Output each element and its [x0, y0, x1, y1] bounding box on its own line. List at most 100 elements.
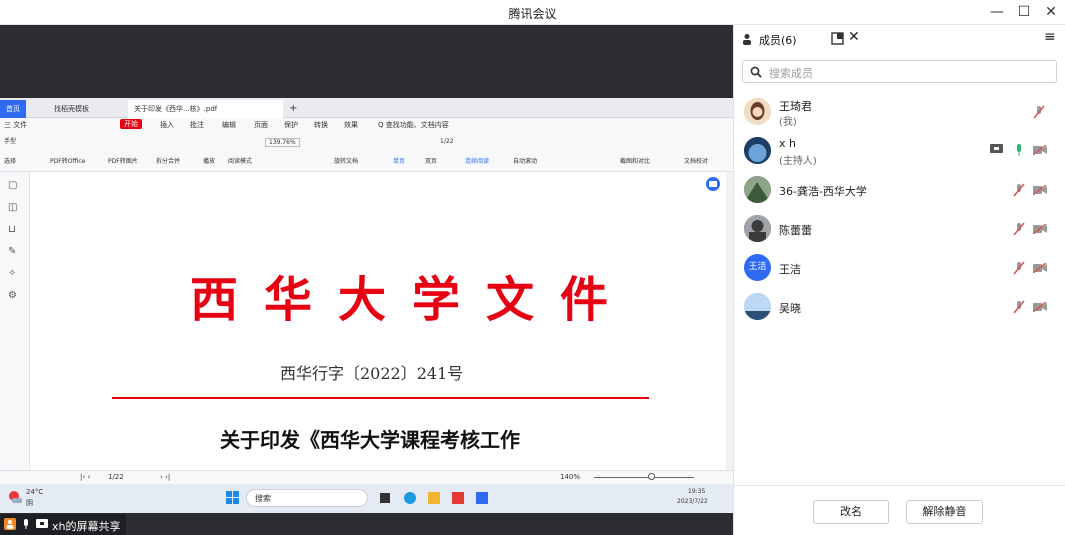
avatar: 王洁 — [744, 254, 771, 281]
avatar — [744, 215, 771, 242]
member-row[interactable]: 王琦君 (我) — [734, 93, 1065, 132]
wps-tab-document[interactable]: 关于印发《西华...核》.pdf — [128, 100, 283, 118]
screen-share-icon[interactable] — [990, 144, 1003, 155]
member-row[interactable]: 吴晓 — [734, 288, 1065, 327]
tool-pdf-office[interactable]: PDF转Office — [50, 156, 85, 165]
member-row[interactable]: x h (主持人) — [734, 132, 1065, 171]
camera-off-icon[interactable] — [1033, 263, 1047, 273]
screen-share-label: xh的屏幕共享 — [52, 520, 121, 533]
zoom-slider-thumb[interactable] — [648, 473, 655, 480]
rename-button[interactable]: 改名 — [813, 500, 889, 524]
taskbar-search[interactable]: 搜索 — [246, 489, 368, 507]
tool-double-page[interactable]: 双页 — [425, 156, 437, 165]
member-row[interactable]: 36-龚浩-西华大学 — [734, 171, 1065, 210]
status-zoom[interactable]: 140% — [560, 473, 580, 481]
outline-icon[interactable]: ⊔ — [8, 224, 16, 235]
explorer-icon[interactable] — [428, 492, 440, 504]
tool-hand[interactable]: 手型 — [4, 136, 16, 145]
mic-muted-icon[interactable] — [1013, 300, 1025, 314]
menu-comment[interactable]: 批注 — [190, 120, 204, 130]
maximize-icon[interactable]: ☐ — [1013, 2, 1035, 22]
window-title: 腾讯会议 — [508, 7, 557, 21]
mic-on-icon[interactable] — [1013, 143, 1025, 157]
page-indicator[interactable]: 1/22 — [440, 138, 453, 145]
tool-rotate[interactable]: 旋转文档 — [334, 156, 358, 165]
mic-muted-icon[interactable] — [1013, 222, 1025, 236]
camera-off-icon[interactable] — [1033, 224, 1047, 234]
panel-menu-icon[interactable]: ≡ — [1044, 29, 1056, 45]
wps-tab-home[interactable]: 首页 — [0, 100, 26, 118]
doc-scrollbar[interactable] — [726, 172, 733, 470]
wps-menu-bar: 三 文件 开始 插入 批注 编辑 页面 保护 转换 效果 Q 查找功能、文档内容 — [0, 118, 733, 132]
doc-number: 西华行字〔2022〕241号 — [280, 364, 464, 383]
os-taskbar: 24°C 阴 搜索 19:35 2023/7/22 — [0, 484, 733, 513]
wps-tab-templates[interactable]: 找稻壳模板 — [48, 100, 95, 118]
thumbnail-icon[interactable]: ◫ — [8, 202, 17, 213]
float-tool-icon[interactable] — [705, 176, 721, 192]
zoom-slider[interactable] — [594, 477, 694, 478]
search-placeholder: 搜索成员 — [769, 67, 813, 80]
members-icon — [743, 34, 751, 45]
member-row[interactable]: 王洁 王洁 — [734, 249, 1065, 288]
wps-tab-new[interactable]: + — [283, 100, 303, 118]
attachment-icon[interactable]: ✧ — [8, 268, 16, 279]
tool-select[interactable]: 选择 — [4, 156, 16, 165]
menu-start[interactable]: 开始 — [120, 119, 142, 129]
members-panel-footer: 改名 解除静音 — [734, 485, 1065, 535]
minimize-icon[interactable]: — — [986, 2, 1008, 22]
status-next-icon[interactable]: › ›| — [160, 473, 170, 481]
tool-split-merge[interactable]: 拆分合并 — [156, 156, 180, 165]
wps-icon[interactable] — [452, 492, 464, 504]
member-row[interactable]: 陈蕾蕾 — [734, 210, 1065, 249]
unmute-all-button[interactable]: 解除静音 — [906, 500, 983, 524]
wps-tab-bar: 首页 找稻壳模板 关于印发《西华...核》.pdf + — [0, 98, 733, 118]
tool-proofread[interactable]: 文档校对 — [684, 156, 708, 165]
member-name: 吴晓 — [779, 302, 801, 315]
menu-protect[interactable]: 保护 — [284, 120, 298, 130]
tool-screenshot[interactable]: 截图和对比 — [620, 156, 650, 165]
member-name: 王洁 — [779, 263, 801, 276]
status-page[interactable]: 1/22 — [108, 473, 124, 481]
edge-icon[interactable] — [404, 492, 416, 504]
tool-play[interactable]: 播放 — [203, 156, 215, 165]
members-panel: 成员(6) ✕ ≡ 搜索成员 王琦君 (我) x h (主持人) 36-龚浩-西… — [733, 25, 1065, 535]
tool-read-mode[interactable]: 阅读模式 — [228, 156, 252, 165]
close-icon[interactable]: ✕ — [1040, 2, 1062, 22]
taskview-icon[interactable] — [380, 493, 390, 503]
bookmark-icon[interactable]: ▢ — [8, 180, 17, 191]
weather-icon[interactable] — [8, 490, 22, 504]
wps-toolbar: 手型 选择 PDF转Office PDF转图片 拆分合并 播放 阅读模式 139… — [0, 132, 733, 172]
meeting-app-icon[interactable] — [476, 492, 488, 504]
menu-page[interactable]: 页面 — [254, 120, 268, 130]
tool-autoscroll[interactable]: 自动滚动 — [513, 156, 537, 165]
doc-title: 西华大学文件 — [190, 272, 635, 328]
status-prev-icon[interactable]: |‹ ‹ — [80, 473, 90, 481]
annotation-icon[interactable]: ✎ — [8, 246, 16, 257]
menu-file[interactable]: 三 文件 — [4, 120, 27, 130]
panel-close-icon[interactable]: ✕ — [848, 29, 860, 45]
tool-pdf-image[interactable]: PDF转图片 — [108, 156, 138, 165]
member-search-input[interactable]: 搜索成员 — [742, 60, 1057, 83]
camera-off-icon[interactable] — [1033, 145, 1047, 155]
windows-start-icon[interactable] — [226, 491, 240, 505]
members-tab[interactable]: 成员(6) — [759, 32, 797, 48]
menu-edit[interactable]: 编辑 — [222, 120, 236, 130]
menu-effect[interactable]: 效果 — [344, 120, 358, 130]
menu-insert[interactable]: 插入 — [160, 120, 174, 130]
tool-continuous[interactable]: 连续阅读 — [465, 156, 489, 165]
shared-screen[interactable]: 首页 找稻壳模板 关于印发《西华...核》.pdf + 三 文件 开始 插入 批… — [0, 98, 733, 513]
camera-off-icon[interactable] — [1033, 302, 1047, 312]
doc-heading: 关于印发《西华大学课程考核工作 — [220, 428, 520, 452]
avatar — [744, 98, 771, 125]
tool-single-page[interactable]: 单页 — [393, 156, 405, 165]
mic-muted-icon[interactable] — [1033, 105, 1045, 119]
zoom-select[interactable]: 139.76% — [265, 138, 300, 147]
menu-search[interactable]: Q 查找功能、文档内容 — [378, 120, 449, 130]
camera-off-icon[interactable] — [1033, 185, 1047, 195]
popout-icon[interactable] — [831, 32, 844, 45]
settings-icon[interactable]: ⚙ — [8, 290, 17, 301]
menu-convert[interactable]: 转换 — [314, 120, 328, 130]
pdf-document[interactable]: 西华大学文件 西华行字〔2022〕241号 关于印发《西华大学课程考核工作 — [30, 172, 726, 470]
mic-muted-icon[interactable] — [1013, 183, 1025, 197]
mic-muted-icon[interactable] — [1013, 261, 1025, 275]
